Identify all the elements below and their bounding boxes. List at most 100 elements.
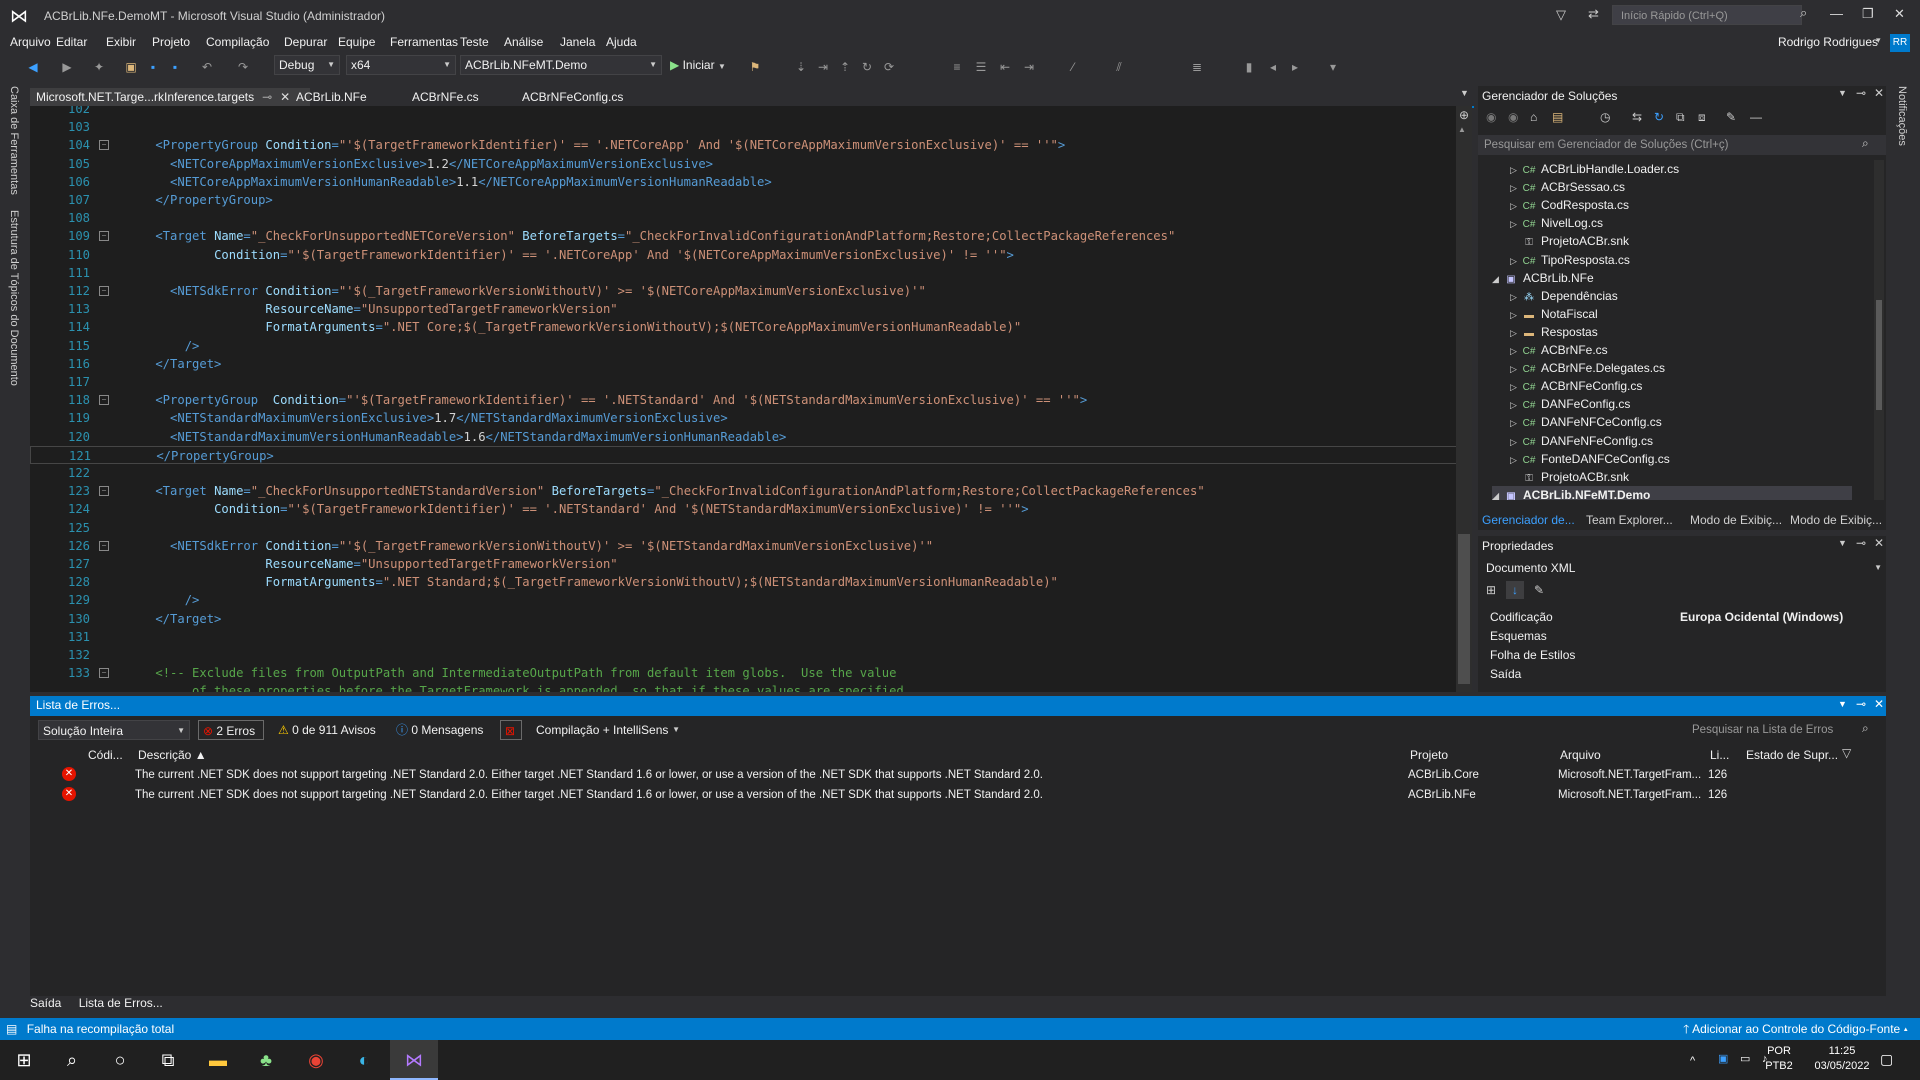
properties-object-select[interactable]: Documento XML ▼ — [1486, 558, 1882, 578]
categorized-icon[interactable]: ⊞ — [1486, 583, 1496, 597]
step-out-icon[interactable]: ⇡ — [838, 60, 852, 74]
code-line[interactable]: 103 — [30, 118, 1458, 136]
tree-item[interactable]: ▷ ⁂ Dependências — [1510, 287, 1618, 305]
filter-icon[interactable]: ▽ — [1842, 746, 1851, 760]
tree-item[interactable]: ▷ C# DANFeNFCeConfig.cs — [1510, 413, 1662, 431]
collapsed-arrow-icon[interactable]: ▷ — [1510, 324, 1522, 342]
scope-select[interactable]: Solução Inteira ▼ — [38, 720, 190, 740]
solution-search-input[interactable]: Pesquisar em Gerenciador de Soluções (Ct… — [1478, 135, 1886, 155]
code-line[interactable]: 123− <Target Name="_CheckForUnsupportedN… — [30, 482, 1458, 500]
pin-icon[interactable]: ⊸ — [1856, 697, 1866, 711]
indent-icon[interactable]: ⇤ — [998, 60, 1012, 74]
table-row[interactable]: ✕ The current .NET SDK does not support t… — [30, 785, 1886, 805]
code-line[interactable]: 118− <PropertyGroup Condition="'$(Target… — [30, 391, 1458, 409]
code-line[interactable]: 126− <NETSdkError Condition="'$(_TargetF… — [30, 537, 1458, 555]
platform-select[interactable]: x64 ▼ — [346, 55, 456, 75]
preview-icon[interactable]: — — [1750, 110, 1762, 124]
pin-icon[interactable]: ⊸ — [1856, 86, 1866, 100]
code-line[interactable]: 111 — [30, 264, 1458, 282]
collapsed-arrow-icon[interactable]: ▷ — [1510, 215, 1522, 233]
alphabetical-icon[interactable]: ↓ — [1506, 581, 1524, 599]
tree-item[interactable]: ◢ ▣ ACBrLib.NFe — [1492, 269, 1594, 287]
network-icon[interactable]: ▭ — [1740, 1052, 1750, 1067]
se-forward-icon[interactable]: ◉ — [1508, 110, 1518, 124]
code-line[interactable]: 104− <PropertyGroup Condition="'$(Target… — [30, 136, 1458, 154]
panel-menu-icon[interactable]: ▼ — [1838, 699, 1847, 709]
tab-acbrlib-nfe[interactable]: ACBrLib.NFe — [290, 88, 373, 106]
collapse-icon[interactable]: − — [99, 540, 109, 551]
home-icon[interactable]: ⌂ — [1530, 110, 1537, 124]
show-all-files-icon[interactable]: ⧈ — [1698, 110, 1706, 125]
minimize-button[interactable]: — — [1830, 6, 1843, 21]
tree-item[interactable]: ▷ C# CodResposta.cs — [1510, 196, 1629, 214]
tab-output[interactable]: Saída — [30, 996, 61, 1010]
tab-acbrnfeconfig-cs[interactable]: ACBrNFeConfig.cs — [516, 88, 629, 106]
outdent-icon[interactable]: ⇥ — [1022, 60, 1036, 74]
browser-link-icon[interactable]: ⚑ — [748, 60, 762, 74]
tree-item[interactable]: ▷ C# NivelLog.cs — [1510, 214, 1603, 232]
code-line[interactable]: 107 </PropertyGroup> — [30, 191, 1458, 209]
error-search-input[interactable]: Pesquisar na Lista de Erros — [1686, 720, 1886, 740]
code-line[interactable]: 110 Condition="'$(TargetFrameworkIdentif… — [30, 246, 1458, 264]
close-icon[interactable]: ✕ — [280, 90, 290, 104]
se-back-icon[interactable]: ◉ — [1486, 110, 1496, 124]
redo-icon[interactable]: ↷ — [236, 60, 250, 74]
tree-item[interactable]: ▷ C# ACBrSessao.cs — [1510, 178, 1625, 196]
panel-menu-icon[interactable]: ▼ — [1838, 538, 1847, 548]
tree-scroll-thumb[interactable] — [1876, 300, 1882, 410]
expanded-arrow-icon[interactable]: ◢ — [1492, 270, 1504, 288]
quick-launch-input[interactable]: Início Rápido (Ctrl+Q) — [1612, 5, 1802, 25]
code-line[interactable]: 128 FormatArguments=".NET Standard;$(_Ta… — [30, 573, 1458, 591]
task-view-icon[interactable]: ⧉ — [144, 1040, 192, 1080]
toolbar-overflow-icon[interactable]: ▾ — [1326, 60, 1340, 74]
collapse-icon[interactable]: − — [99, 231, 109, 242]
property-row[interactable]: Codificação Europa Ocidental (Windows) — [1490, 608, 1886, 626]
search-icon[interactable]: ⌕ — [1800, 5, 1807, 21]
next-bookmark-icon[interactable]: ▸ — [1288, 60, 1302, 74]
tree-item[interactable]: ⚿ ProjetoACBr.snk — [1510, 232, 1629, 250]
tray-chevron-icon[interactable]: ^ — [1690, 1054, 1695, 1069]
build-intellisense-select[interactable]: Compilação + IntelliSens ▼ — [532, 720, 684, 740]
column-project[interactable]: Projeto — [1410, 748, 1448, 762]
chrome-icon[interactable]: ◉ — [292, 1040, 340, 1080]
code-line[interactable]: 122 — [30, 464, 1458, 482]
clock[interactable]: 11:25 03/05/2022 — [1806, 1044, 1878, 1074]
close-window-button[interactable]: ✕ — [1894, 6, 1905, 22]
code-line[interactable]: 117 — [30, 373, 1458, 391]
code-line[interactable]: 102 — [30, 106, 1458, 118]
file-explorer-icon[interactable]: ▬ — [194, 1040, 242, 1080]
tab-overflow-icon[interactable]: ▼ — [1460, 88, 1469, 98]
user-name[interactable]: Rodrigo Rodrigues — [1778, 35, 1878, 49]
refresh-icon[interactable]: ⟳ — [882, 60, 896, 74]
pin-icon[interactable]: ⊸ — [262, 90, 272, 104]
collapsed-arrow-icon[interactable]: ▷ — [1510, 396, 1522, 414]
restart-icon[interactable]: ↻ — [860, 60, 874, 74]
code-line[interactable]: 116 </Target> — [30, 355, 1458, 373]
uncomment-icon[interactable]: ⫽ — [1112, 60, 1126, 74]
menu-item-10[interactable]: Janela — [560, 35, 595, 49]
code-line[interactable]: 129 /> — [30, 591, 1458, 609]
collapsed-arrow-icon[interactable]: ▷ — [1510, 414, 1522, 432]
errors-filter-button[interactable]: ⊗ 2 Erros — [198, 720, 264, 740]
collapsed-arrow-icon[interactable]: ▷ — [1510, 378, 1522, 396]
pin-icon[interactable]: ⊸ — [1856, 536, 1866, 550]
cortana-icon[interactable]: ○ — [96, 1040, 144, 1080]
save-all-icon[interactable]: ▪ — [168, 60, 182, 74]
tree-item[interactable]: ◢ ▣ ACBrLib.NFeMT.Demo — [1492, 485, 1852, 500]
menu-item-1[interactable]: Editar — [56, 35, 87, 49]
collapse-icon[interactable]: − — [99, 286, 109, 296]
new-project-icon[interactable]: ✦ — [92, 60, 106, 74]
tab-view-mode-2[interactable]: Modo de Exibiç... — [1790, 510, 1882, 530]
document-outline-tab[interactable]: Estrutura de Tópicos do Documento — [8, 210, 20, 386]
code-line[interactable]: 115 /> — [30, 337, 1458, 355]
back-icon[interactable]: ◀ — [26, 60, 40, 74]
edge-icon[interactable]: ◐ — [340, 1040, 388, 1080]
notification-center-icon[interactable]: ▢ — [1880, 1052, 1893, 1067]
code-editor[interactable]: 102 103 104− <PropertyGroup Condition="'$(… — [30, 106, 1458, 692]
pending-changes-icon[interactable]: ◷ — [1600, 110, 1610, 124]
user-chevron-icon[interactable]: ▾ — [1876, 35, 1881, 46]
menu-item-4[interactable]: Compilação — [206, 35, 269, 49]
tab-team-explorer[interactable]: Team Explorer... — [1586, 510, 1673, 530]
code-line[interactable]: 114 FormatArguments=".NET Core;$(_Target… — [30, 318, 1458, 336]
refresh-icon[interactable]: ↻ — [1654, 110, 1664, 124]
